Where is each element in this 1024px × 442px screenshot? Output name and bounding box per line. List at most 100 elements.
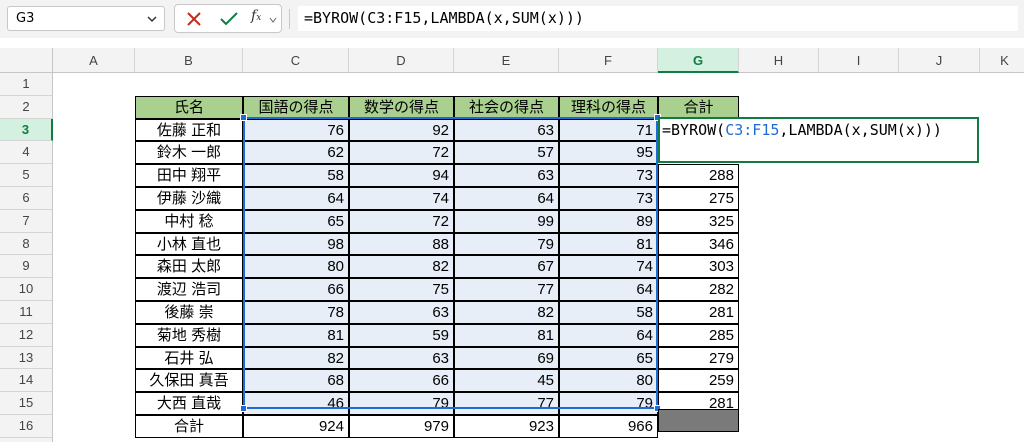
score-cell[interactable]: 66: [243, 278, 349, 301]
score-cell[interactable]: 72: [349, 209, 454, 233]
total-cell[interactable]: 285: [658, 323, 739, 347]
name-cell[interactable]: 大西 直哉: [135, 392, 243, 415]
name-cell[interactable]: 伊藤 沙織: [135, 187, 243, 210]
name-cell[interactable]: 鈴木 一郎: [135, 141, 243, 165]
score-cell[interactable]: 99: [454, 209, 559, 233]
total-cell[interactable]: 288: [658, 164, 739, 187]
name-cell[interactable]: 石井 弘: [135, 346, 243, 370]
score-cell[interactable]: 77: [454, 278, 559, 301]
total-cell[interactable]: 303: [658, 255, 739, 279]
score-cell[interactable]: 64: [243, 187, 349, 210]
column-header-c[interactable]: C: [243, 48, 349, 73]
column-header-k[interactable]: K: [980, 48, 1024, 73]
score-cell[interactable]: 68: [243, 369, 349, 393]
insert-function-icon[interactable]: fx: [251, 8, 261, 24]
row-header-1[interactable]: 1: [0, 73, 53, 96]
score-cell[interactable]: 80: [243, 255, 349, 279]
score-cell[interactable]: 77: [454, 392, 559, 415]
total-cell[interactable]: 259: [658, 369, 739, 393]
table-header-cell[interactable]: 数学の得点: [349, 95, 454, 119]
name-cell[interactable]: 小林 直也: [135, 232, 243, 256]
select-all-corner[interactable]: [0, 48, 53, 73]
name-cell[interactable]: 菊地 秀樹: [135, 323, 243, 347]
score-cell[interactable]: 79: [349, 392, 454, 415]
row-header-13[interactable]: 13: [0, 346, 53, 370]
cancel-icon[interactable]: [186, 11, 202, 27]
score-cell[interactable]: 63: [349, 346, 454, 370]
row-header-4[interactable]: 4: [0, 141, 53, 165]
score-cell[interactable]: 92: [349, 118, 454, 142]
footer-total-cell[interactable]: 923: [454, 415, 559, 438]
total-cell[interactable]: 279: [658, 346, 739, 370]
score-cell[interactable]: 94: [349, 164, 454, 187]
score-cell[interactable]: 95: [559, 141, 658, 165]
row-header-14[interactable]: 14: [0, 369, 53, 393]
score-cell[interactable]: 63: [454, 164, 559, 187]
score-cell[interactable]: 63: [349, 301, 454, 324]
score-cell[interactable]: 57: [454, 141, 559, 165]
score-cell[interactable]: 65: [559, 346, 658, 370]
name-cell[interactable]: 渡辺 浩司: [135, 278, 243, 301]
column-header-j[interactable]: J: [899, 48, 980, 73]
row-header-5[interactable]: 5: [0, 164, 53, 187]
score-cell[interactable]: 82: [349, 255, 454, 279]
row-header-6[interactable]: 6: [0, 187, 53, 210]
total-cell[interactable]: 325: [658, 209, 739, 233]
row-header-8[interactable]: 8: [0, 232, 53, 256]
score-cell[interactable]: 64: [559, 323, 658, 347]
row-header-3[interactable]: 3: [0, 118, 53, 142]
name-cell[interactable]: 森田 太郎: [135, 255, 243, 279]
row-header-16[interactable]: 16: [0, 415, 53, 438]
score-cell[interactable]: 58: [559, 301, 658, 324]
row-header-12[interactable]: 12: [0, 323, 53, 347]
footer-total-cell[interactable]: 979: [349, 415, 454, 438]
name-cell[interactable]: 中村 稔: [135, 209, 243, 233]
score-cell[interactable]: 74: [559, 255, 658, 279]
score-cell[interactable]: 69: [454, 346, 559, 370]
row-header-11[interactable]: 11: [0, 301, 53, 324]
row-header-7[interactable]: 7: [0, 209, 53, 233]
score-cell[interactable]: 82: [454, 301, 559, 324]
score-cell[interactable]: 89: [559, 209, 658, 233]
empty-total-cell[interactable]: [658, 409, 739, 432]
column-header-h[interactable]: H: [739, 48, 819, 73]
score-cell[interactable]: 82: [243, 346, 349, 370]
footer-total-cell[interactable]: 924: [243, 415, 349, 438]
table-header-cell[interactable]: 合計: [658, 95, 739, 119]
score-cell[interactable]: 98: [243, 232, 349, 256]
score-cell[interactable]: 73: [559, 187, 658, 210]
score-cell[interactable]: 78: [243, 301, 349, 324]
score-cell[interactable]: 71: [559, 118, 658, 142]
footer-label-cell[interactable]: 合計: [135, 415, 243, 438]
name-cell[interactable]: 後藤 崇: [135, 301, 243, 324]
score-cell[interactable]: 59: [349, 323, 454, 347]
row-header-17[interactable]: 17: [0, 437, 53, 442]
chevron-down-icon[interactable]: [269, 16, 277, 24]
score-cell[interactable]: 46: [243, 392, 349, 415]
row-header-15[interactable]: 15: [0, 392, 53, 415]
score-cell[interactable]: 64: [559, 278, 658, 301]
table-header-cell[interactable]: 氏名: [135, 95, 243, 119]
score-cell[interactable]: 75: [349, 278, 454, 301]
score-cell[interactable]: 88: [349, 232, 454, 256]
total-cell[interactable]: 282: [658, 278, 739, 301]
column-header-i[interactable]: I: [819, 48, 899, 73]
total-cell[interactable]: 275: [658, 187, 739, 210]
name-cell[interactable]: 佐藤 正和: [135, 118, 243, 142]
score-cell[interactable]: 79: [454, 232, 559, 256]
score-cell[interactable]: 63: [454, 118, 559, 142]
score-cell[interactable]: 81: [559, 232, 658, 256]
score-cell[interactable]: 79: [559, 392, 658, 415]
table-header-cell[interactable]: 国語の得点: [243, 95, 349, 119]
score-cell[interactable]: 80: [559, 369, 658, 393]
row-header-2[interactable]: 2: [0, 95, 53, 119]
chevron-down-icon[interactable]: [146, 13, 158, 25]
total-cell[interactable]: 346: [658, 232, 739, 256]
column-header-e[interactable]: E: [454, 48, 559, 73]
name-cell[interactable]: 田中 翔平: [135, 164, 243, 187]
score-cell[interactable]: 66: [349, 369, 454, 393]
score-cell[interactable]: 62: [243, 141, 349, 165]
column-header-f[interactable]: F: [559, 48, 658, 73]
score-cell[interactable]: 65: [243, 209, 349, 233]
score-cell[interactable]: 74: [349, 187, 454, 210]
